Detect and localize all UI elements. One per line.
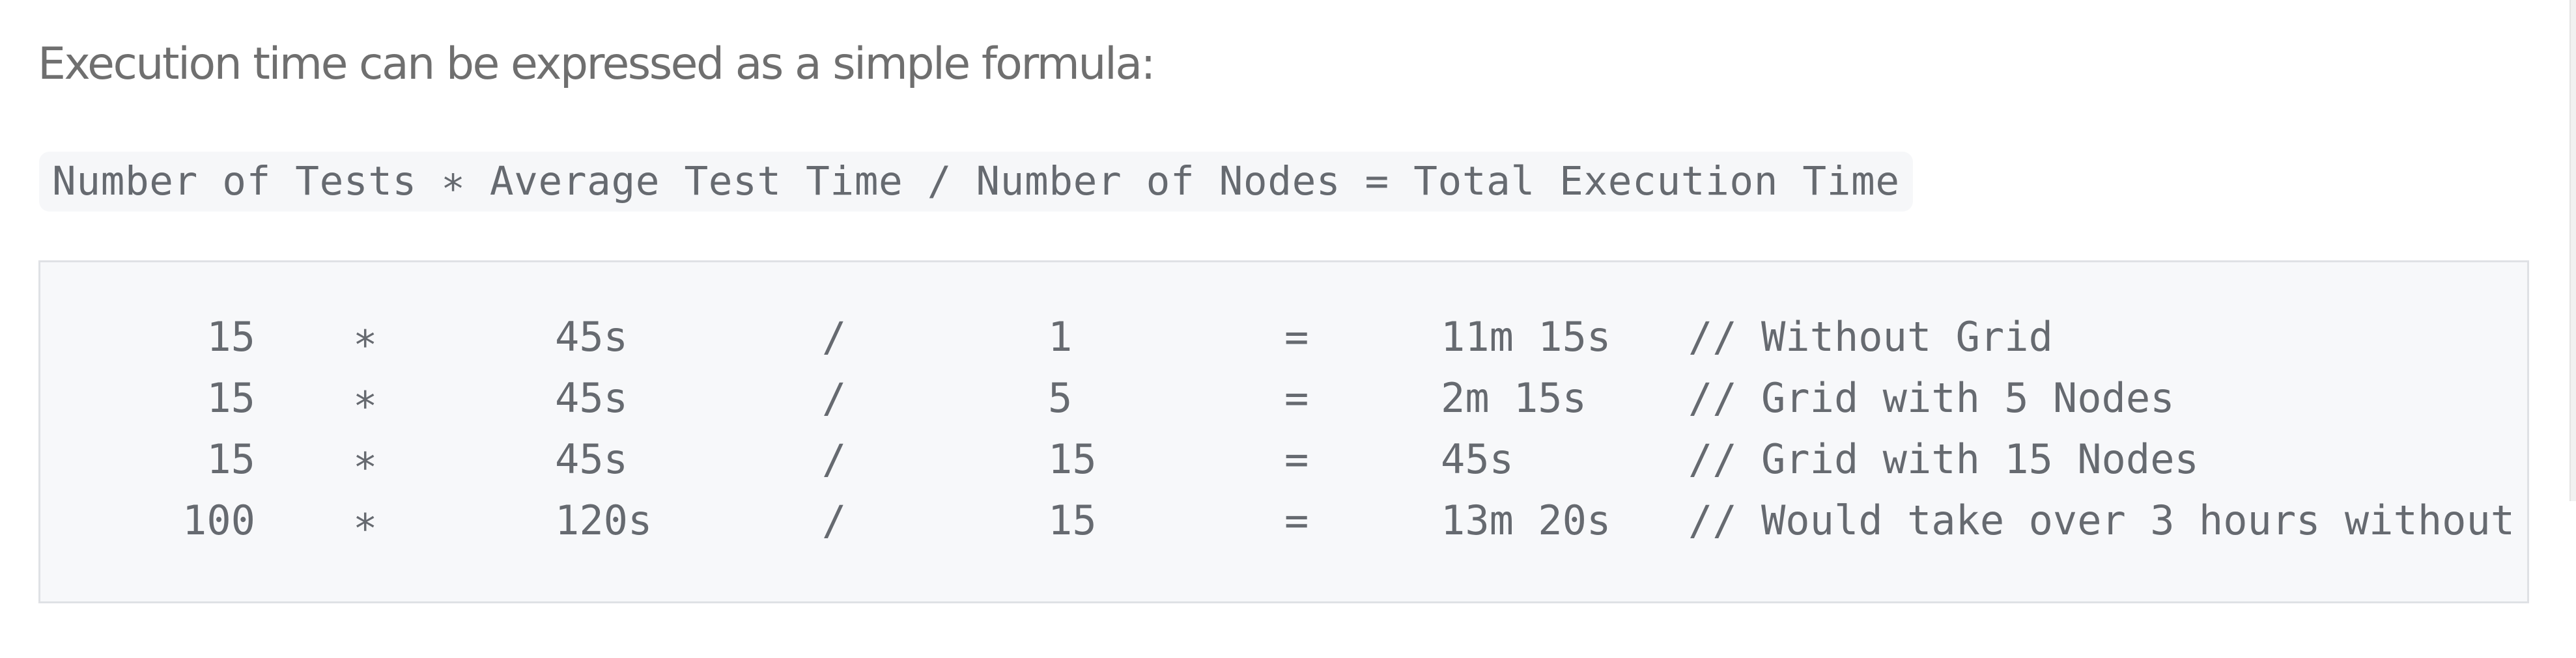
- divide-operator: /: [822, 497, 847, 544]
- code-row: 15 ∗ 45s / 15 = 45s // Grid with 15 Node…: [40, 429, 2527, 490]
- equals-operator: =: [1284, 313, 1309, 361]
- nodes-value: 1: [1048, 313, 1073, 361]
- multiply-operator: ∗: [353, 497, 378, 544]
- page-scrollbar[interactable]: [2569, 0, 2576, 501]
- code-block: 15 ∗ 45s / 1 = 11m 15s // Without Grid 1…: [38, 260, 2529, 603]
- divide-operator: /: [822, 435, 847, 483]
- code-row: 100 ∗ 120s / 15 = 13m 20s // Would take …: [40, 490, 2527, 551]
- multiply-operator: ∗: [353, 313, 378, 361]
- equals-operator: =: [1284, 435, 1309, 483]
- divide-operator: /: [822, 313, 847, 361]
- tests-value: 15: [206, 313, 255, 361]
- code-comment: // Without Grid: [1688, 313, 2053, 361]
- tests-value: 15: [206, 374, 255, 422]
- average-time-value: 120s: [555, 497, 653, 544]
- code-comment: // Would take over 3 hours without: [1688, 497, 2515, 544]
- code-comment: // Grid with 15 Nodes: [1688, 435, 2199, 483]
- multiply-operator: ∗: [353, 374, 378, 422]
- nodes-value: 15: [1048, 497, 1097, 544]
- nodes-value: 5: [1048, 374, 1073, 422]
- inline-formula: Number of Tests ∗ Average Test Time / Nu…: [39, 152, 1913, 212]
- intro-paragraph: Execution time can be expressed as a sim…: [38, 38, 1155, 90]
- total-time-value: 45s: [1441, 435, 1514, 483]
- tests-value: 100: [182, 497, 255, 544]
- equals-operator: =: [1284, 374, 1309, 422]
- average-time-value: 45s: [555, 374, 628, 422]
- multiply-operator: ∗: [353, 435, 378, 483]
- total-time-value: 11m 15s: [1441, 313, 1611, 361]
- code-comment: // Grid with 5 Nodes: [1688, 374, 2175, 422]
- total-time-value: 13m 20s: [1441, 497, 1611, 544]
- equals-operator: =: [1284, 497, 1309, 544]
- nodes-value: 15: [1048, 435, 1097, 483]
- tests-value: 15: [206, 435, 255, 483]
- total-time-value: 2m 15s: [1441, 374, 1587, 422]
- code-row: 15 ∗ 45s / 1 = 11m 15s // Without Grid: [40, 307, 2527, 368]
- divide-operator: /: [822, 374, 847, 422]
- average-time-value: 45s: [555, 313, 628, 361]
- code-row: 15 ∗ 45s / 5 = 2m 15s // Grid with 5 Nod…: [40, 368, 2527, 429]
- average-time-value: 45s: [555, 435, 628, 483]
